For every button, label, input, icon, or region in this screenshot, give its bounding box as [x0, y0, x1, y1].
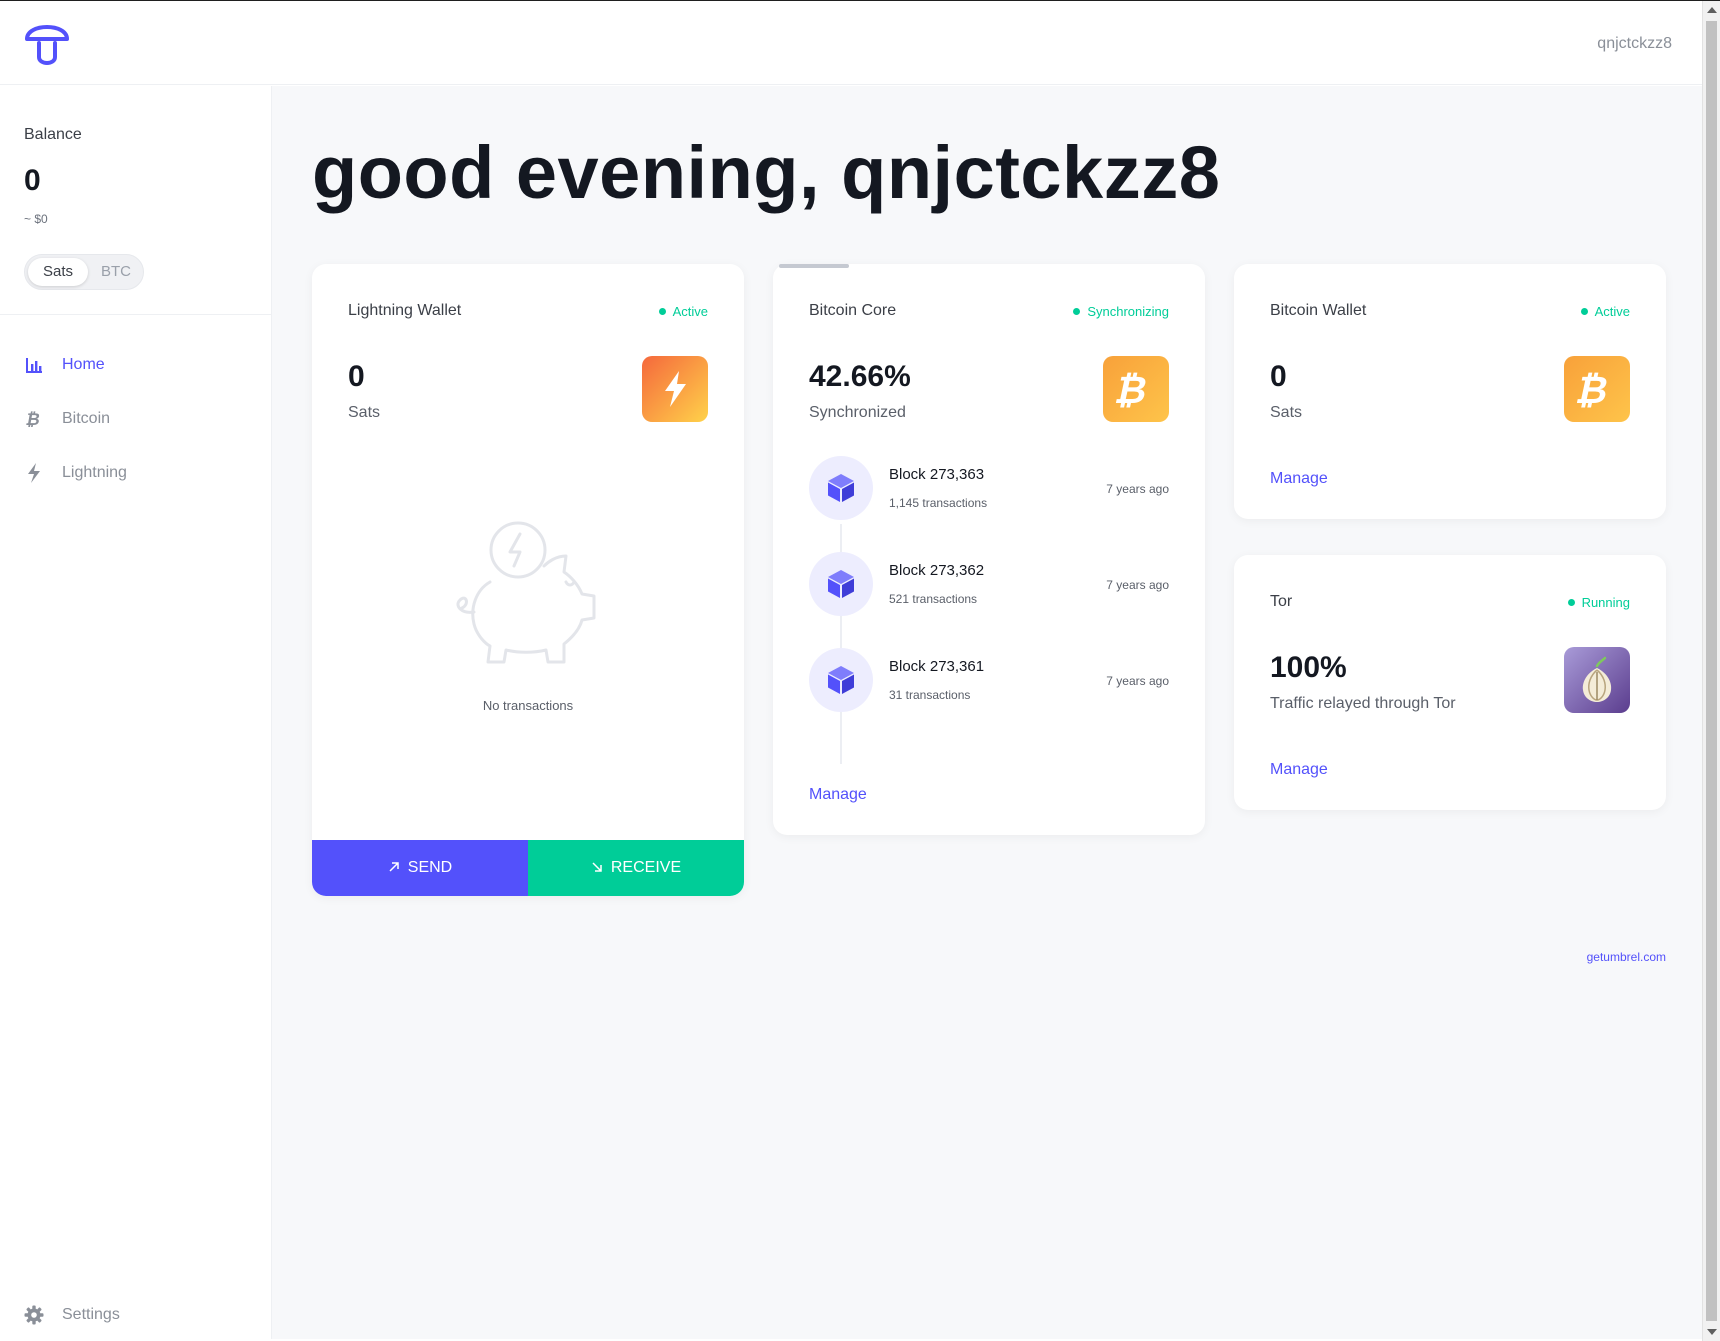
receive-label: RECEIVE: [610, 859, 682, 876]
svg-text:₿: ₿: [1116, 368, 1152, 411]
sync-percent: 42.66%: [809, 360, 911, 393]
status-dot: [1580, 308, 1588, 315]
unit-toggle[interactable]: Sats BTC: [24, 254, 144, 290]
sidebar-divider: [0, 314, 272, 315]
status-dot: [658, 308, 666, 315]
send-label: SEND: [407, 859, 453, 876]
bitcoin-app-icon: ₿: [1564, 356, 1630, 422]
svg-text:₿: ₿: [26, 410, 42, 429]
block-item[interactable]: Block 273,363 1,145 transactions 7 years…: [809, 456, 1169, 522]
cube-icon: [809, 648, 873, 712]
cube-icon: [809, 552, 873, 616]
page-title: good evening, qnjctckzz8: [312, 131, 1221, 214]
status-dot: [1567, 599, 1575, 606]
card-title: Lightning Wallet: [348, 302, 462, 319]
lightning-actions: SEND RECEIVE: [312, 840, 744, 896]
tor-onion-icon: [1564, 647, 1630, 713]
svg-text:₿: ₿: [1577, 368, 1613, 411]
status-dot: [1073, 308, 1081, 315]
card-title: Bitcoin Core: [809, 302, 897, 319]
status-text: Synchronizing: [1087, 304, 1169, 319]
balance-value: 0: [24, 164, 41, 197]
top-header: qnjctckzz8: [0, 1, 1702, 85]
status-badge: Running: [1567, 595, 1630, 610]
block-age: 7 years ago: [1106, 674, 1169, 688]
tor-card: Tor Running 100% Traffic relayed through…: [1234, 555, 1666, 810]
bitcoin-app-icon: ₿: [1103, 356, 1169, 422]
balance-label: Balance: [24, 126, 82, 143]
sidebar-item-label: Bitcoin: [62, 410, 111, 427]
status-text: Active: [1594, 304, 1630, 319]
status-badge: Active: [658, 304, 708, 319]
status-text: Active: [672, 304, 708, 319]
tor-label: Traffic relayed through Tor: [1270, 695, 1456, 712]
unit-option-sats[interactable]: Sats: [28, 258, 88, 286]
block-number: Block 273,361: [889, 658, 985, 675]
cube-icon: [809, 456, 873, 520]
lightning-wallet-card: Lightning Wallet Active 0 Sats No transa…: [312, 264, 744, 896]
receive-button[interactable]: RECEIVE: [528, 840, 744, 896]
sync-label: Synchronized: [809, 404, 906, 421]
bar-chart-icon: [24, 355, 44, 375]
block-number: Block 273,362: [889, 562, 985, 579]
unit-option-btc[interactable]: BTC: [91, 258, 141, 286]
sidebar-item-label: Lightning: [62, 464, 127, 481]
block-transactions: 1,145 transactions: [889, 496, 988, 510]
block-transactions: 521 transactions: [889, 592, 978, 606]
block-item[interactable]: Block 273,361 31 transactions 7 years ag…: [809, 648, 1169, 714]
sidebar-item-bitcoin[interactable]: ₿ Bitcoin: [24, 406, 110, 432]
status-badge: Active: [1580, 304, 1630, 319]
footer-link-getumbrel[interactable]: getumbrel.com: [1587, 950, 1666, 964]
card-title: Bitcoin Wallet: [1270, 302, 1367, 319]
bitcoin-balance-unit: Sats: [1270, 404, 1303, 421]
scroll-down-arrow-icon[interactable]: [1707, 1329, 1717, 1335]
balance-fiat: ~ $0: [24, 212, 48, 226]
bitcoin-wallet-card: Bitcoin Wallet Active 0 Sats ₿ Manage: [1234, 264, 1666, 519]
main-content: good evening, qnjctckzz8 Lightning Walle…: [272, 86, 1702, 1339]
scroll-up-arrow-icon[interactable]: [1707, 7, 1717, 13]
header-username[interactable]: qnjctckzz8: [1597, 35, 1672, 53]
card-title: Tor: [1270, 593, 1293, 610]
sidebar-item-label: Settings: [62, 1306, 120, 1323]
sidebar-item-lightning[interactable]: Lightning: [24, 460, 127, 486]
bitcoin-balance: 0: [1270, 360, 1287, 393]
tor-percent: 100%: [1270, 651, 1347, 684]
sidebar-item-home[interactable]: Home: [24, 352, 105, 378]
arrow-down-right-icon: [591, 860, 603, 876]
sidebar-item-label: Home: [62, 356, 105, 373]
scrollbar-thumb[interactable]: [1706, 21, 1717, 1321]
sync-progress-indicator: [779, 264, 849, 268]
gear-icon: [24, 1305, 44, 1325]
bitcoin-icon: ₿: [24, 409, 44, 429]
send-button[interactable]: SEND: [312, 840, 528, 896]
sidebar-item-settings[interactable]: Settings: [24, 1302, 120, 1328]
block-age: 7 years ago: [1106, 578, 1169, 592]
status-text: Running: [1581, 595, 1630, 610]
lightning-balance-unit: Sats: [348, 404, 381, 421]
lightning-app-icon: [642, 356, 708, 422]
tor-manage-link[interactable]: Manage: [1270, 761, 1328, 779]
bitcoin-core-manage-link[interactable]: Manage: [809, 786, 867, 804]
block-item[interactable]: Block 273,362 521 transactions 7 years a…: [809, 552, 1169, 618]
block-transactions: 31 transactions: [889, 688, 971, 702]
arrow-up-right-icon: [388, 860, 400, 876]
bitcoin-core-card: Bitcoin Core Synchronizing 42.66% Synchr…: [773, 264, 1205, 835]
lightning-icon: [24, 463, 44, 483]
bitcoin-wallet-manage-link[interactable]: Manage: [1270, 470, 1328, 488]
lightning-balance: 0: [348, 360, 365, 393]
block-number: Block 273,363: [889, 466, 985, 483]
umbrel-logo-icon[interactable]: [24, 17, 70, 69]
empty-transactions-text: No transactions: [482, 698, 574, 713]
piggy-bank-icon: [448, 520, 608, 670]
vertical-scrollbar[interactable]: [1702, 1, 1720, 1341]
sidebar: Balance 0 ~ $0 Sats BTC Home ₿ Bitcoin L…: [0, 86, 272, 1339]
status-badge: Synchronizing: [1073, 304, 1169, 319]
block-age: 7 years ago: [1106, 482, 1169, 496]
